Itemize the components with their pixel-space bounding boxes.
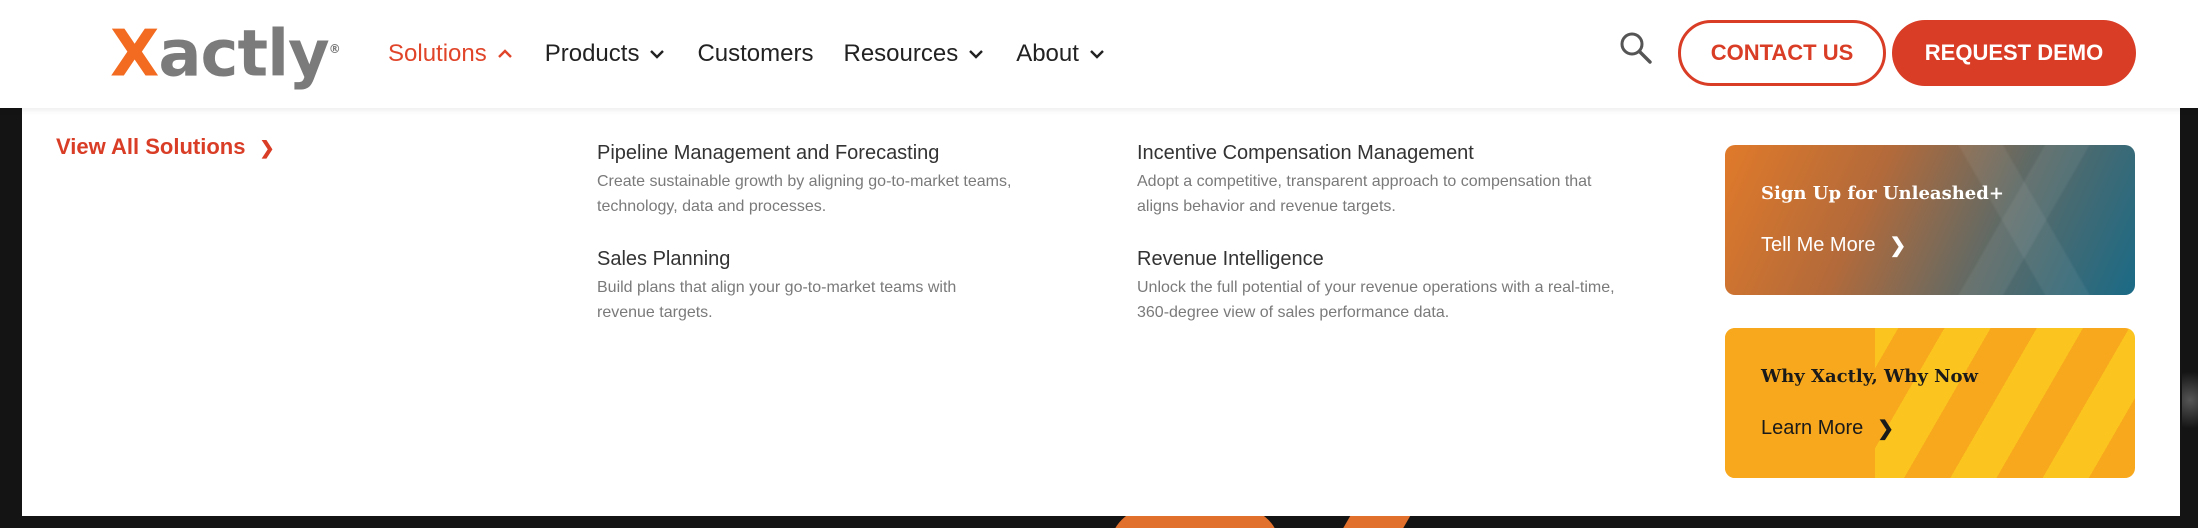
nav-item-label: Customers (697, 40, 814, 67)
card-link-label: Tell Me More (1761, 234, 1876, 256)
nav-item-label: Resources (843, 40, 959, 67)
solution-description: Create sustainable growth by aligning go… (597, 173, 1012, 215)
learn-more-link[interactable]: Learn More ❯ (1761, 416, 1894, 441)
card-title: Sign Up for Unleashed+ (1761, 183, 2004, 204)
solution-pipeline-management[interactable]: Pipeline Management and Forecasting Crea… (597, 140, 1097, 219)
nav-item-label: Products (544, 40, 640, 67)
contact-us-button[interactable]: CONTACT US (1678, 20, 1886, 86)
chevron-down-icon (969, 50, 984, 59)
solution-title: Revenue Intelligence (1137, 248, 1324, 270)
solution-description: Unlock the full potential of your revenu… (1137, 279, 1615, 321)
solution-revenue-intelligence[interactable]: Revenue Intelligence Unlock the full pot… (1137, 246, 1637, 325)
card-title: Why Xactly, Why Now (1761, 366, 1979, 387)
solution-title: Pipeline Management and Forecasting (597, 142, 940, 164)
chevron-up-icon (497, 49, 512, 58)
solutions-mega-menu: View All Solutions ❯ Pipeline Management … (22, 108, 2180, 516)
view-all-solutions-link[interactable]: View All Solutions ❯ (56, 134, 275, 160)
solution-sales-planning[interactable]: Sales Planning Build plans that align yo… (597, 246, 1097, 325)
search-icon[interactable] (1618, 30, 1654, 66)
nav-item-solutions[interactable]: Solutions (388, 40, 515, 68)
solution-description: Adopt a competitive, transparent approac… (1137, 173, 1592, 215)
card-background (1725, 328, 1875, 478)
nav-item-products[interactable]: Products (545, 40, 668, 68)
solution-title: Sales Planning (597, 248, 731, 270)
chevron-right-icon: ❯ (1877, 418, 1895, 440)
view-all-label: View All Solutions (56, 134, 246, 159)
xactly-logo[interactable]: Xactly® (110, 14, 341, 89)
site-header: Xactly® Solutions Products Customers Res… (0, 0, 2198, 108)
nav-item-about[interactable]: About (1016, 40, 1107, 68)
solution-title: Incentive Compensation Management (1137, 142, 1474, 164)
main-nav: Solutions Products Customers Resources A… (388, 34, 1137, 74)
nav-item-label: Solutions (388, 40, 487, 67)
tell-me-more-link[interactable]: Tell Me More ❯ (1761, 233, 1906, 258)
unleashed-promo-card[interactable]: Sign Up for Unleashed+ Tell Me More ❯ (1725, 145, 2135, 295)
chevron-right-icon: ❯ (1889, 235, 1907, 257)
request-demo-button[interactable]: REQUEST DEMO (1892, 20, 2136, 86)
chevron-right-icon: ❯ (259, 138, 275, 158)
chevron-down-icon (650, 50, 665, 59)
why-xactly-promo-card[interactable]: Why Xactly, Why Now Learn More ❯ (1725, 328, 2135, 478)
nav-item-resources[interactable]: Resources (843, 40, 986, 68)
hero-image-edge (2182, 360, 2198, 440)
solution-description: Build plans that align your go-to-market… (597, 279, 957, 321)
nav-item-label: About (1016, 40, 1079, 67)
nav-item-customers[interactable]: Customers (697, 40, 813, 68)
chevron-down-icon (1090, 50, 1104, 59)
solution-incentive-compensation[interactable]: Incentive Compensation Management Adopt … (1137, 140, 1637, 219)
card-link-label: Learn More (1761, 417, 1864, 439)
